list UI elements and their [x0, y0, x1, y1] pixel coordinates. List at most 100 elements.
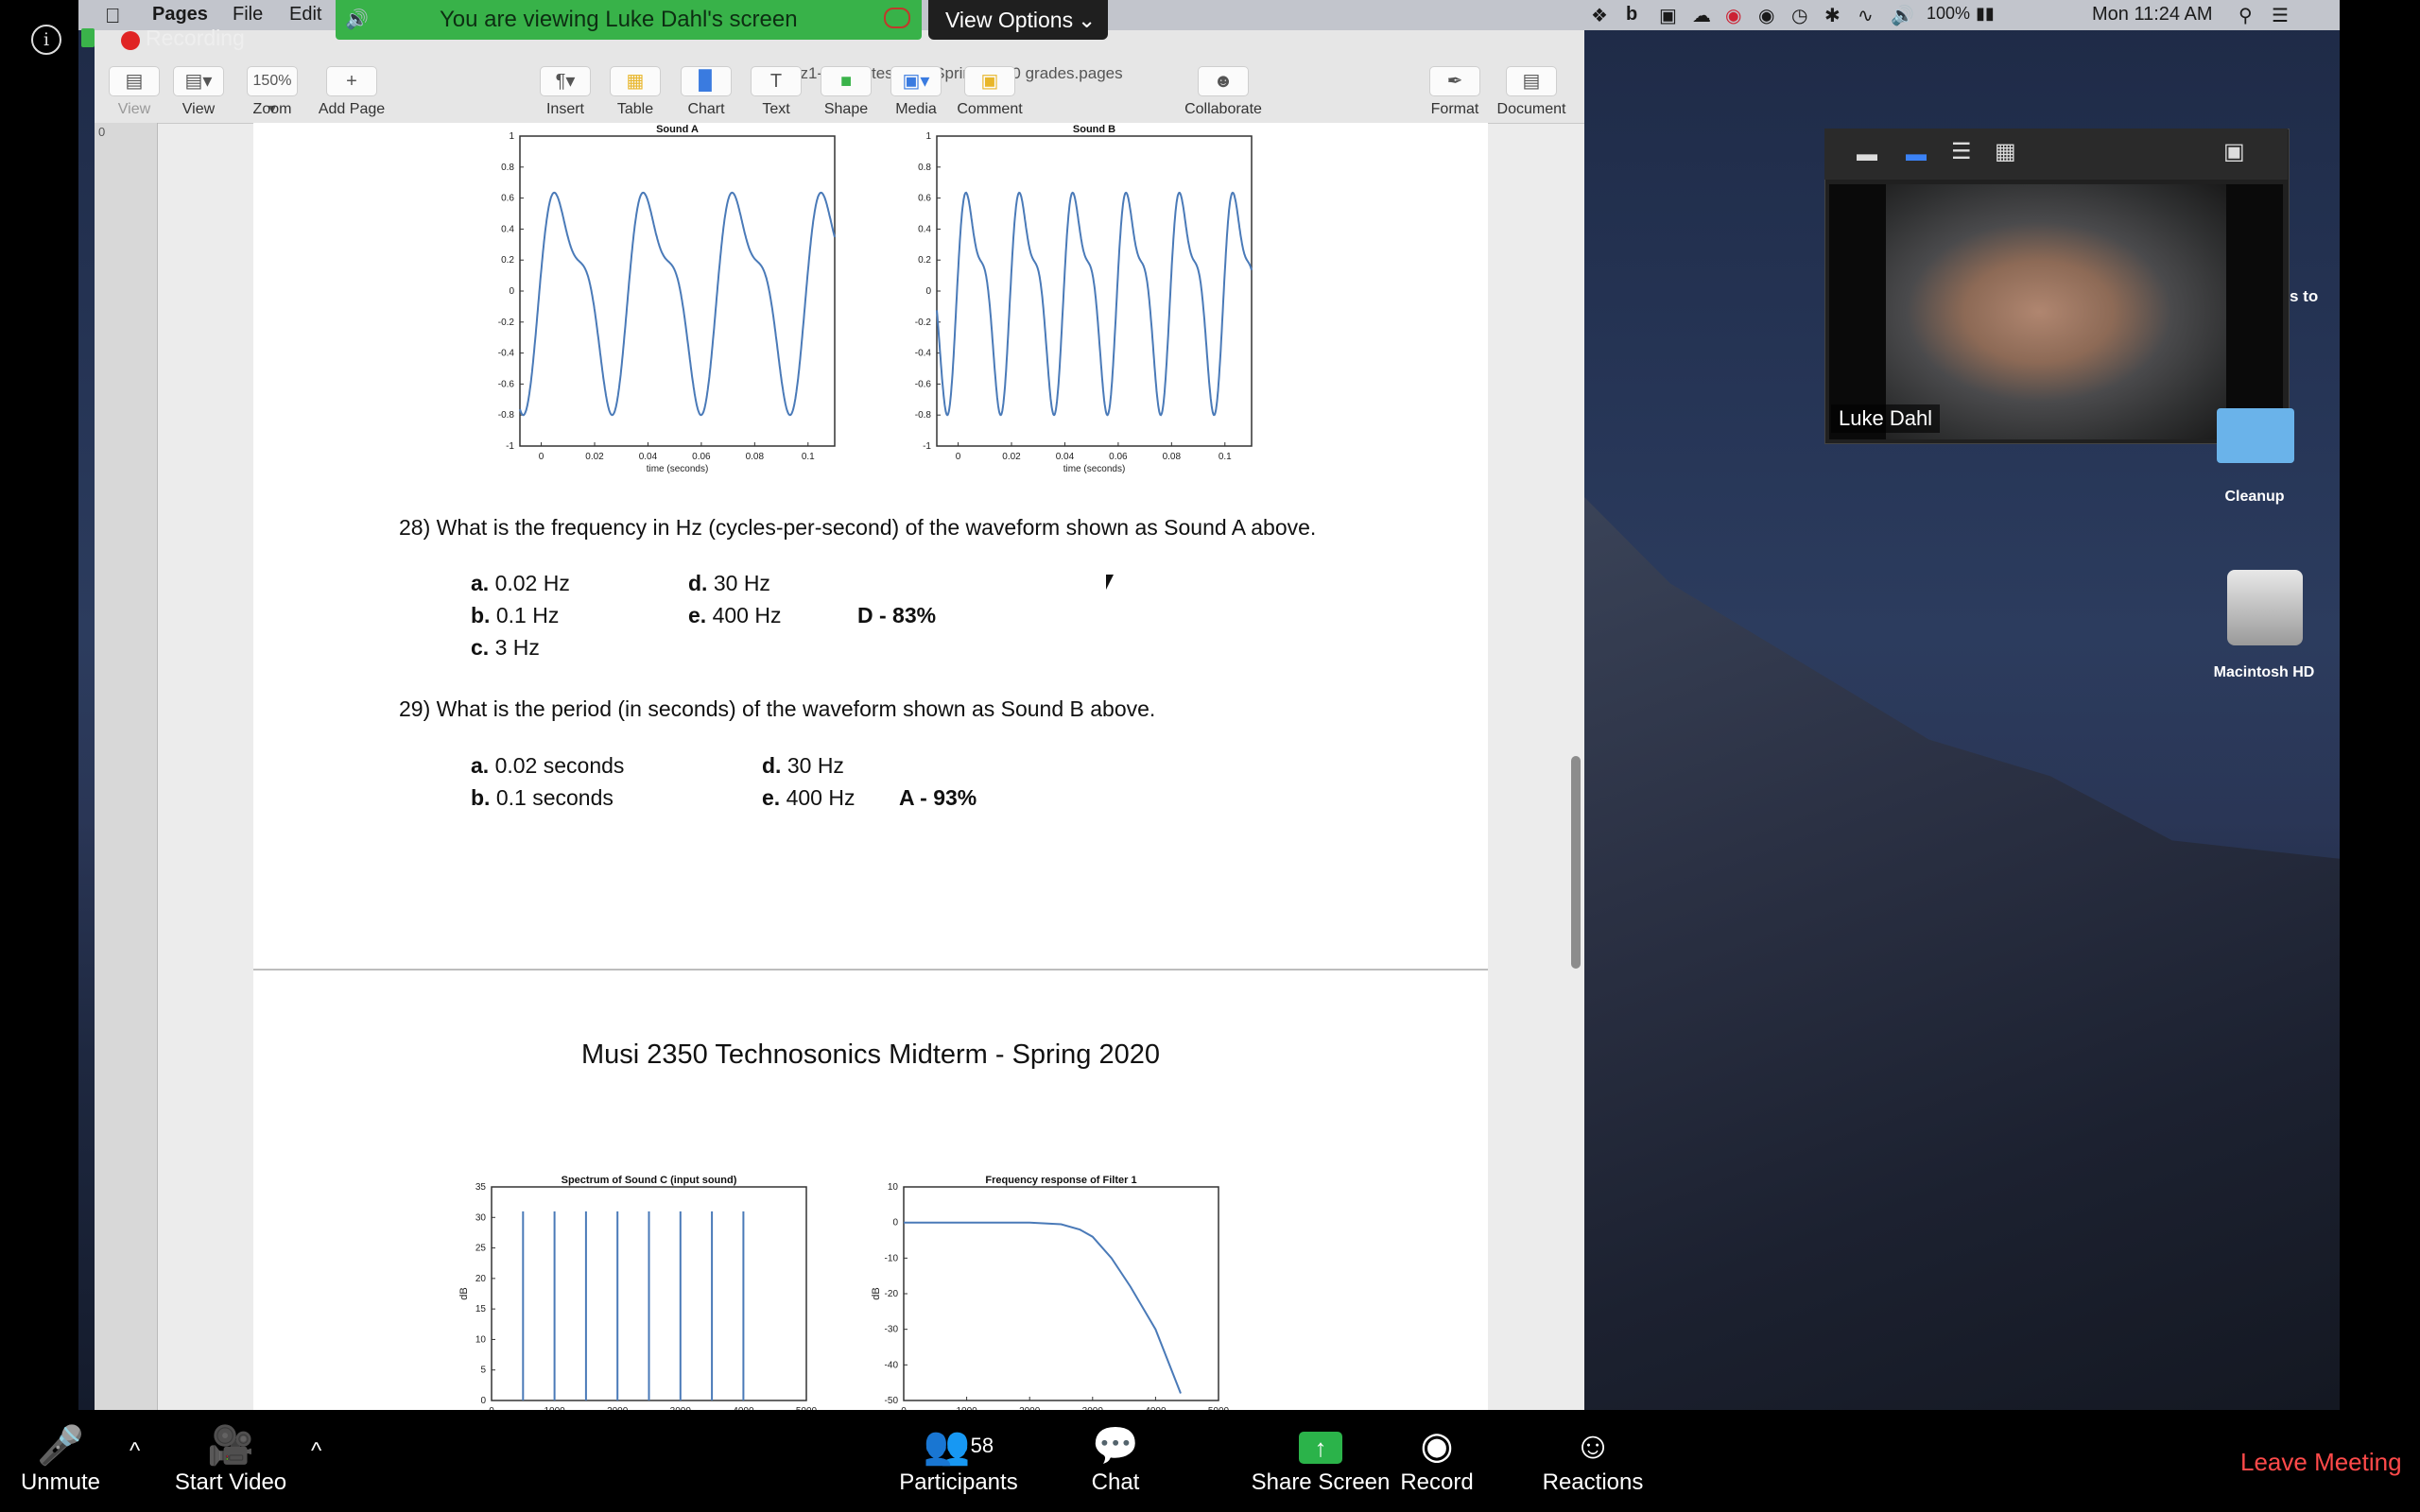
notification-center-icon[interactable]: ☰: [2272, 4, 2289, 27]
y-tick-label: 0: [480, 1396, 486, 1406]
q28-option-c[interactable]: c. 3 Hz: [471, 635, 540, 661]
speaker-icon: 🔊: [345, 9, 369, 30]
y-tick-label: -0.8: [915, 410, 932, 421]
y-tick-label: 35: [475, 1182, 487, 1193]
chart-spectrum-c: Spectrum of Sound C (input sound)0100020…: [458, 1175, 818, 1429]
screen-share-banner: 🔊 You are viewing Luke Dahl's screen: [336, 0, 922, 40]
chat-button[interactable]: 💬 Chat: [1068, 1422, 1163, 1496]
video-options-chevron-icon[interactable]: ^: [311, 1438, 321, 1465]
menu-file[interactable]: File: [233, 4, 263, 26]
battery-icon[interactable]: ▮▮: [1976, 4, 1995, 24]
menu-edit[interactable]: Edit: [289, 4, 321, 26]
comment-button[interactable]: ▣ Comment: [942, 66, 1037, 118]
wifi-icon[interactable]: ∿: [1858, 4, 1874, 27]
strip-view-icon[interactable]: ☰: [1951, 138, 1972, 165]
q28-e-text: 400 Hz: [712, 603, 782, 627]
battery-percent[interactable]: 100%: [1927, 4, 1970, 24]
q29-option-a[interactable]: a. 0.02 seconds: [471, 753, 624, 779]
q29-e-letter: e.: [762, 785, 781, 810]
q29-d-text: 30 Hz: [786, 753, 844, 778]
y-tick-label: 0: [892, 1218, 898, 1228]
chart-title: Frequency response of Filter 1: [985, 1175, 1136, 1186]
y-tick-label: 15: [475, 1304, 487, 1314]
macintosh-hd-label[interactable]: Macintosh HD: [2193, 664, 2335, 681]
dropbox-icon[interactable]: ❖: [1591, 4, 1608, 27]
x-tick-label: 0.06: [1109, 452, 1128, 462]
muted-mic-icon: 🎤: [37, 1425, 84, 1467]
q29-b-text: 0.1 seconds: [495, 785, 614, 810]
speaker-view-icon[interactable]: ▬: [1906, 142, 1927, 166]
y-tick-label: -0.6: [498, 379, 515, 389]
reactions-button[interactable]: ☺ Reactions: [1536, 1422, 1650, 1496]
y-tick-label: 30: [475, 1212, 487, 1223]
q29-grade: A - 93%: [899, 785, 977, 810]
x-tick-label: 0.04: [639, 452, 658, 462]
page-separator: [253, 969, 1488, 971]
q28-grade: D - 83%: [857, 603, 937, 627]
menu-app-name[interactable]: Pages: [152, 4, 208, 26]
participants-label: Participants: [899, 1469, 1018, 1495]
q29-a-letter: a.: [471, 753, 490, 778]
share-screen-button[interactable]: ↑ Share Screen: [1240, 1422, 1401, 1496]
q29-option-e[interactable]: e. 400 Hz: [762, 785, 855, 811]
participants-icon: 👥58: [923, 1425, 994, 1467]
hard-drive-icon[interactable]: [2227, 570, 2303, 645]
unmute-button[interactable]: 🎤 Unmute: [11, 1422, 110, 1496]
q28-option-d[interactable]: d. 30 Hz: [688, 571, 770, 596]
y-tick-label: -10: [885, 1253, 899, 1263]
q28-option-e[interactable]: e. 400 Hz: [688, 603, 781, 628]
meeting-info-icon[interactable]: i: [31, 25, 61, 55]
document-button[interactable]: ▤ Document: [1484, 66, 1579, 118]
bluetooth-icon[interactable]: ✱: [1824, 4, 1841, 27]
y-tick-label: -20: [885, 1289, 899, 1299]
eye-icon[interactable]: ◉: [1758, 4, 1774, 27]
q28-c-text: 3 Hz: [494, 635, 540, 660]
y-tick-label: 0.8: [918, 163, 931, 173]
green-badge-icon: [81, 28, 95, 47]
exit-pip-icon[interactable]: ▣: [2223, 138, 2245, 165]
volume-icon[interactable]: 🔊: [1891, 4, 1914, 27]
x-axis-label: time (seconds): [1063, 464, 1126, 474]
y-axis-label: dB: [871, 1287, 882, 1299]
document-scrollbar[interactable]: [1571, 756, 1581, 969]
q29-option-b[interactable]: b. 0.1 seconds: [471, 785, 614, 811]
share-screen-label: Share Screen: [1251, 1469, 1391, 1495]
table-icon: ▦: [610, 66, 661, 96]
midterm-title: Musi 2350 Technosonics Midterm - Spring …: [580, 1040, 1160, 1070]
gallery-view-icon[interactable]: ▦: [1995, 138, 2016, 165]
collaborate-button[interactable]: ☻ Collaborate: [1176, 66, 1270, 118]
cleanup-label[interactable]: Cleanup: [2193, 489, 2316, 506]
b-app-icon[interactable]: b: [1626, 4, 1637, 26]
y-tick-label: 0.6: [918, 194, 931, 204]
x-tick-label: 0.04: [1056, 452, 1075, 462]
y-tick-label: 0: [509, 286, 514, 297]
zoom-control-bar: [0, 1410, 2420, 1512]
chat-label: Chat: [1091, 1469, 1140, 1495]
spotlight-search-icon[interactable]: ⚲: [2238, 4, 2253, 27]
red-app-icon[interactable]: ◉: [1725, 4, 1741, 27]
leave-meeting-button[interactable]: Leave Meeting: [2240, 1448, 2402, 1477]
cloud-icon[interactable]: ☁: [1692, 4, 1711, 27]
view-options-button[interactable]: View Options ⌄: [928, 0, 1108, 40]
chat-icon: 💬: [1092, 1425, 1139, 1467]
reactions-label: Reactions: [1542, 1469, 1644, 1495]
cleanup-folder-icon[interactable]: [2217, 408, 2294, 463]
add-page-button[interactable]: + Add Page: [304, 66, 399, 118]
audio-options-chevron-icon[interactable]: ^: [130, 1438, 140, 1465]
time-machine-icon[interactable]: ◷: [1791, 4, 1807, 27]
green-app-icon[interactable]: ▣: [1659, 4, 1677, 27]
menubar-clock[interactable]: Mon 11:24 AM: [2092, 4, 2212, 26]
q28-option-a[interactable]: a. 0.02 Hz: [471, 571, 570, 596]
record-button[interactable]: ◉ Record: [1390, 1422, 1484, 1496]
apple-icon[interactable]: : [105, 4, 121, 28]
mouse-cursor-icon: [1106, 575, 1121, 590]
vertical-ruler: 0: [95, 123, 158, 1410]
x-axis-label: time (seconds): [647, 464, 709, 474]
q28-option-b[interactable]: b. 0.1 Hz: [471, 603, 559, 628]
minimize-icon[interactable]: ▬: [1857, 142, 1877, 166]
start-video-button[interactable]: 🎥 Start Video: [163, 1422, 299, 1496]
participants-button[interactable]: 👥58 Participants: [892, 1422, 1025, 1496]
plus-icon: +: [326, 66, 377, 96]
y-tick-label: 20: [475, 1274, 487, 1284]
q29-option-d[interactable]: d. 30 Hz: [762, 753, 844, 779]
